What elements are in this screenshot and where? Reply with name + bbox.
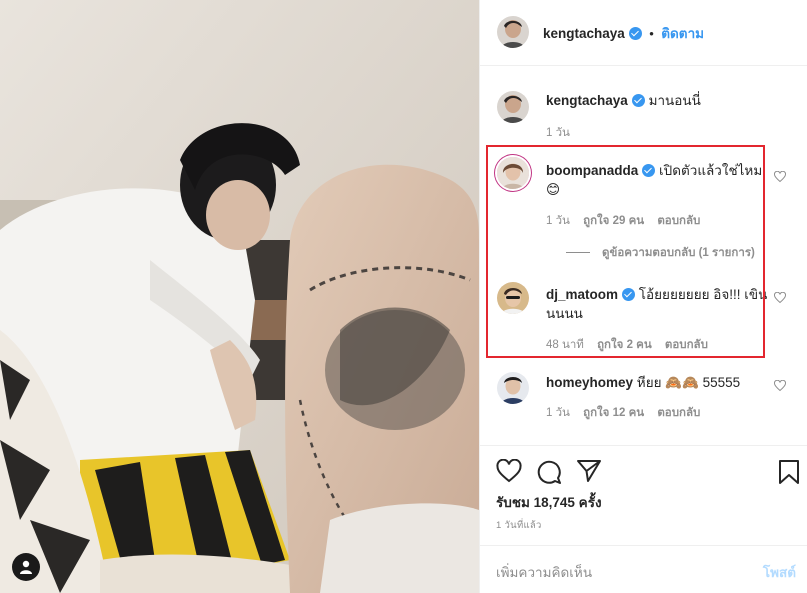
reply-button[interactable]: ตอบกลับ — [665, 339, 708, 351]
comment-text: boompanadda เปิดตัวแล้วใช่ไหม😊 — [546, 161, 768, 199]
post-actions: รับชม 18,745 ครั้ง 1 วันที่แล้ว — [480, 445, 807, 545]
comment-meta: 48 นาที ถูกใจ 2 คน ตอบกลับ — [546, 336, 718, 354]
reply-button[interactable]: ตอบกลับ — [657, 407, 700, 419]
dot-separator: • — [649, 26, 654, 41]
commenter-avatar[interactable] — [497, 282, 529, 314]
verified-icon — [631, 94, 645, 107]
comment-time[interactable]: 1 วัน — [546, 407, 570, 419]
comment-input[interactable]: เพิ่มความคิดเห็น — [496, 561, 592, 583]
comment-composer: เพิ่มความคิดเห็น โพสต์ — [480, 545, 807, 593]
comment-username[interactable]: dj_matoom — [546, 287, 618, 302]
comment-likes[interactable]: ถูกใจ 12 คน — [583, 407, 644, 419]
post-media[interactable] — [0, 0, 479, 593]
comment-username[interactable]: homeyhomey — [546, 375, 633, 390]
verified-icon — [642, 164, 656, 177]
caption-time[interactable]: 1 วัน — [546, 127, 570, 139]
comment-time[interactable]: 48 นาที — [546, 339, 584, 351]
comment-text: homeyhomey หียย 🙈🙈 55555 — [546, 373, 768, 392]
caption-body: มานอนนี่ — [648, 93, 701, 108]
post-sidebar: kengtachaya • ติดตาม kengtachaya มานอนนี… — [479, 0, 807, 593]
user-tag-icon — [20, 560, 32, 574]
comment-username[interactable]: boompanadda — [546, 163, 638, 178]
comment-text: dj_matoom โอ้ยยยยยยย อิจ!!! เขินนนนน — [546, 285, 768, 323]
user-tag-button[interactable] — [12, 553, 40, 581]
share-icon[interactable] — [576, 459, 602, 483]
reply-button[interactable]: ตอบกลับ — [657, 215, 700, 227]
header-user-line: kengtachaya • ติดตาม — [543, 22, 704, 44]
author-avatar[interactable] — [497, 16, 529, 48]
post-photo — [0, 0, 479, 593]
view-count[interactable]: รับชม 18,745 ครั้ง — [496, 491, 602, 513]
post-header: kengtachaya • ติดตาม — [480, 0, 807, 66]
author-username[interactable]: kengtachaya — [543, 26, 625, 41]
replies-divider — [566, 252, 590, 254]
comment-likes[interactable]: ถูกใจ 2 คน — [597, 339, 652, 351]
post-time[interactable]: 1 วันที่แล้ว — [496, 518, 542, 533]
commenter-avatar[interactable] — [497, 157, 529, 189]
post-comment-button[interactable]: โพสต์ — [763, 561, 796, 583]
caption-avatar[interactable] — [497, 91, 529, 123]
caption-text: kengtachaya มานอนนี่ — [546, 91, 768, 110]
comment-icon[interactable] — [536, 459, 562, 485]
comment-body: หียย 🙈🙈 55555 — [636, 375, 741, 390]
comment-meta: 1 วัน ถูกใจ 12 คน ตอบกลับ — [546, 404, 710, 422]
view-replies-label: ดูข้อความตอบกลับ (1 รายการ) — [602, 247, 755, 259]
caption-meta: 1 วัน — [546, 124, 580, 142]
heart-icon[interactable] — [496, 459, 522, 483]
comment-meta: 1 วัน ถูกใจ 29 คน ตอบกลับ — [546, 212, 710, 230]
comment-heart-icon[interactable] — [774, 380, 786, 392]
comment-heart-icon[interactable] — [774, 292, 786, 304]
verified-icon — [628, 27, 642, 40]
comment-heart-icon[interactable] — [774, 171, 786, 183]
comment-time[interactable]: 1 วัน — [546, 215, 570, 227]
follow-button[interactable]: ติดตาม — [661, 26, 704, 41]
view-replies-button[interactable]: ดูข้อความตอบกลับ (1 รายการ) — [566, 244, 755, 262]
commenter-avatar[interactable] — [497, 372, 529, 404]
verified-icon — [622, 288, 636, 301]
bookmark-icon[interactable] — [778, 459, 800, 485]
caption-username[interactable]: kengtachaya — [546, 93, 628, 108]
comment-likes[interactable]: ถูกใจ 29 คน — [583, 215, 644, 227]
